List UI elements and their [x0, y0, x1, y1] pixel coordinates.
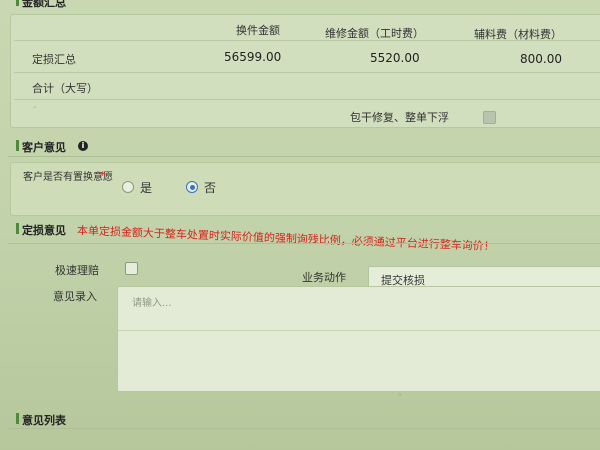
- customer-opinion-title: 客户意见: [16, 140, 66, 154]
- claim-form-page: 金额汇总 换件金额 维修金额（工时费） 辅料费（材料费） 定损汇总 56599.…: [0, 0, 600, 450]
- material-amount-value: 800.00: [520, 52, 562, 66]
- divider: [14, 99, 600, 100]
- radio-no[interactable]: [186, 181, 198, 193]
- radio-yes-label: 是: [140, 181, 153, 195]
- opinion-placeholder: 请输入...: [132, 298, 172, 309]
- package-repair-checkbox[interactable]: [483, 111, 496, 124]
- fast-claim-label: 极速理赔: [55, 264, 99, 277]
- total-uppercase-label: 合计（大写）: [32, 82, 98, 95]
- replacement-intent-question: 客户是否有置换意愿: [23, 172, 113, 183]
- repair-amount-value: 5520.00: [370, 51, 420, 65]
- divider: [118, 330, 600, 331]
- divider: [14, 40, 600, 41]
- package-repair-label: 包干修复、整单下浮: [350, 111, 449, 124]
- summary-row-label: 定损汇总: [32, 53, 76, 66]
- opinion-list-title: 意见列表: [16, 413, 66, 427]
- divider: [8, 243, 600, 244]
- business-action-label: 业务动作: [302, 271, 346, 284]
- divider: [8, 156, 600, 157]
- opinion-input-label: 意见录入: [53, 290, 97, 303]
- loss-opinion-title: 定损意见: [16, 223, 66, 237]
- replace-amount-value: 56599.00: [224, 50, 282, 64]
- bullet-dot: ·: [33, 101, 37, 114]
- opinion-textarea[interactable]: 请输入...: [117, 286, 600, 392]
- radio-yes[interactable]: [122, 181, 134, 193]
- divider: [8, 428, 600, 429]
- radio-no-label: 否: [204, 181, 217, 195]
- divider: [14, 72, 600, 73]
- loss-amount-warning: 本单定损金额大于整车处置时实际价值的强制询残比例，必须通过平台进行整车询价！: [76, 224, 495, 254]
- col-header-replace: 换件金额: [236, 24, 280, 37]
- fast-claim-checkbox[interactable]: [125, 262, 138, 275]
- required-asterisk: *: [100, 169, 106, 182]
- resize-handle[interactable]: ◦: [397, 391, 402, 401]
- col-header-repair: 维修金额（工时费）: [325, 27, 424, 40]
- amount-summary-title: 金额汇总: [16, 0, 66, 10]
- info-icon[interactable]: i: [78, 141, 88, 151]
